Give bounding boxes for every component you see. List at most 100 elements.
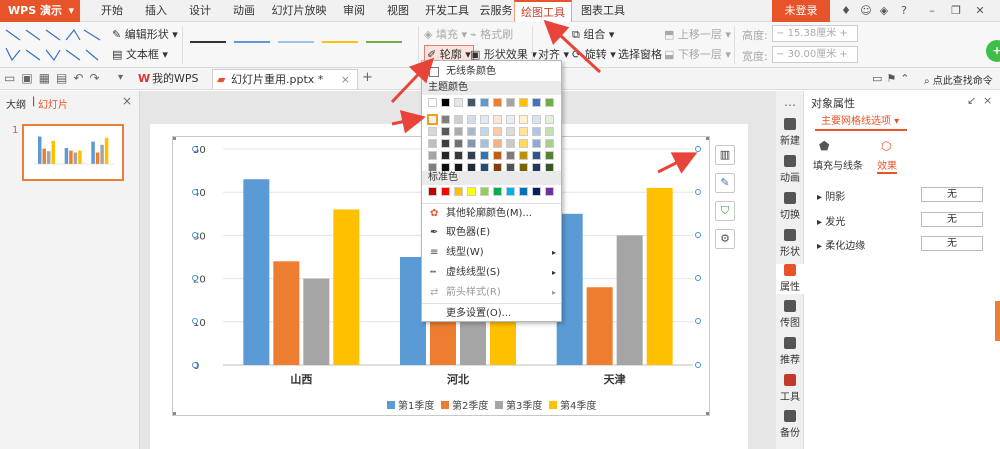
command-search[interactable]: ⌕ 点此查找命令 (924, 72, 993, 87)
theme-color-swatch[interactable] (506, 115, 515, 124)
theme-color-swatch[interactable] (467, 98, 476, 107)
arrow-style-item[interactable]: ⇄ 箭头样式(R) ▸ (422, 283, 561, 303)
resize-handle[interactable] (172, 136, 176, 140)
tab-chart-tools[interactable]: 图表工具 (574, 0, 632, 22)
theme-color-swatch[interactable] (467, 115, 476, 124)
eyedropper-item[interactable]: ✒ 取色器(E) (422, 223, 561, 243)
theme-color-swatch[interactable] (454, 139, 463, 148)
plus-icon[interactable]: + (839, 28, 847, 39)
theme-color-swatch[interactable] (454, 115, 463, 124)
app-menu-button[interactable]: WPS 演示 ▾ (0, 0, 80, 22)
resize-handle[interactable] (706, 412, 710, 416)
chevron-down-icon[interactable]: ▾ (118, 72, 123, 83)
theme-color-swatch[interactable] (519, 115, 528, 124)
gridline-handle[interactable] (695, 275, 701, 281)
theme-color-swatch[interactable] (428, 115, 437, 124)
minimize-icon[interactable]: – (924, 3, 940, 19)
gridline-handle[interactable] (695, 318, 701, 324)
theme-color-swatch[interactable] (493, 151, 502, 160)
standard-color-swatch[interactable] (467, 187, 476, 196)
theme-color-swatch[interactable] (519, 139, 528, 148)
shadow-value[interactable]: 无 (921, 187, 983, 202)
theme-color-swatch[interactable] (493, 139, 502, 148)
minus-icon[interactable]: − (776, 28, 784, 39)
tab-home[interactable]: 开始 (92, 0, 132, 22)
standard-color-swatch[interactable] (506, 187, 515, 196)
plus-badge-icon[interactable]: + (986, 40, 1000, 62)
gridline-handle[interactable] (695, 189, 701, 195)
close-icon[interactable]: × (341, 73, 350, 86)
width-field[interactable]: − 30.00厘米 + (772, 46, 858, 63)
resize-handle[interactable] (172, 412, 176, 416)
rotate-button[interactable]: ⟳ 旋转 ▾ (572, 46, 616, 62)
open-folder-icon[interactable]: ▭ (4, 71, 21, 85)
sidebar-item-backup[interactable]: 备份 (776, 410, 804, 439)
export-icon[interactable]: ▦ (39, 71, 56, 85)
effect-glow-row[interactable]: ▸ 发光 (817, 213, 845, 228)
theme-color-swatch[interactable] (480, 139, 489, 148)
theme-color-swatch[interactable] (467, 139, 476, 148)
theme-color-swatch[interactable] (545, 151, 554, 160)
sidebar-item-transition[interactable]: 切换 (776, 192, 804, 221)
theme-color-swatch[interactable] (454, 98, 463, 107)
doc-tools[interactable]: ▭⚑⌃ (872, 72, 914, 85)
theme-color-swatch[interactable] (454, 127, 463, 136)
more-outline-colors-item[interactable]: ✿ 其他轮廓颜色(M)... (422, 203, 561, 223)
tab-outline[interactable]: 大纲 (6, 96, 26, 111)
theme-color-swatch[interactable] (493, 115, 502, 124)
theme-color-swatch[interactable] (467, 151, 476, 160)
restore-icon[interactable]: ❐ (948, 3, 964, 19)
bar[interactable] (646, 187, 673, 365)
theme-color-swatch[interactable] (441, 127, 450, 136)
send-backward-button[interactable]: ⬓ 下移一层 ▾ (664, 46, 731, 62)
theme-color-swatch[interactable] (506, 98, 515, 107)
gridline-handle[interactable] (192, 275, 198, 281)
theme-color-swatch[interactable] (532, 115, 541, 124)
theme-color-swatch[interactable] (493, 98, 502, 107)
tab-effects[interactable]: 效果 (877, 157, 897, 174)
theme-color-swatch[interactable] (428, 139, 437, 148)
sidebar-item-tools[interactable]: 工具 (776, 374, 804, 403)
theme-color-swatch[interactable] (545, 127, 554, 136)
plus-icon[interactable]: + (839, 49, 847, 60)
gridline-handle[interactable] (192, 318, 198, 324)
theme-color-swatch[interactable] (519, 98, 528, 107)
standard-color-swatch[interactable] (493, 187, 502, 196)
gridline-handle[interactable] (192, 189, 198, 195)
bring-forward-button[interactable]: ⬒ 上移一层 ▾ (664, 26, 731, 42)
resize-handle[interactable] (706, 136, 710, 140)
sidebar-item-upload-image[interactable]: 传图 (776, 300, 804, 329)
share-icon[interactable]: ◈ (876, 3, 892, 19)
bar[interactable] (586, 287, 613, 365)
user-icon[interactable]: ☺ (858, 3, 874, 19)
chart-filter-icon[interactable]: ⛉ (715, 201, 735, 221)
bar[interactable] (273, 261, 300, 365)
doc-tab-mywps[interactable]: W 我的WPS × (134, 69, 210, 105)
theme-color-swatch[interactable] (480, 151, 489, 160)
theme-color-swatch[interactable] (480, 115, 489, 124)
theme-color-swatch[interactable] (428, 151, 437, 160)
close-icon[interactable]: × (983, 94, 992, 107)
selection-pane-button[interactable]: 选择窗格 (618, 46, 662, 62)
theme-color-swatch[interactable] (480, 127, 489, 136)
edit-shape-button[interactable]: ✎ 编辑形状 ▾ (112, 26, 178, 42)
chart-elements-icon[interactable]: ▥ (715, 145, 735, 165)
theme-color-swatch[interactable] (506, 151, 515, 160)
theme-color-swatch[interactable] (493, 127, 502, 136)
options-dropdown[interactable]: 主要网格线选项 ▾ (815, 113, 907, 131)
gridline-handle[interactable] (695, 362, 701, 368)
help-icon[interactable]: ? (896, 3, 912, 19)
theme-color-swatch[interactable] (441, 115, 450, 124)
bar[interactable] (616, 235, 643, 365)
redo-icon[interactable]: ↷ (89, 71, 105, 85)
standard-color-swatch[interactable] (519, 187, 528, 196)
line-type-item[interactable]: ≡ 线型(W) ▸ (422, 243, 561, 263)
minus-icon[interactable]: − (776, 49, 784, 60)
connector-gallery[interactable] (4, 26, 104, 64)
bar[interactable] (303, 278, 330, 365)
sidebar-menu-icon[interactable]: ⋯ (776, 98, 804, 112)
tab-insert[interactable]: 插入 (136, 0, 176, 22)
bar[interactable] (243, 179, 270, 365)
theme-color-swatch[interactable] (467, 127, 476, 136)
glow-value[interactable]: 无 (921, 212, 983, 227)
